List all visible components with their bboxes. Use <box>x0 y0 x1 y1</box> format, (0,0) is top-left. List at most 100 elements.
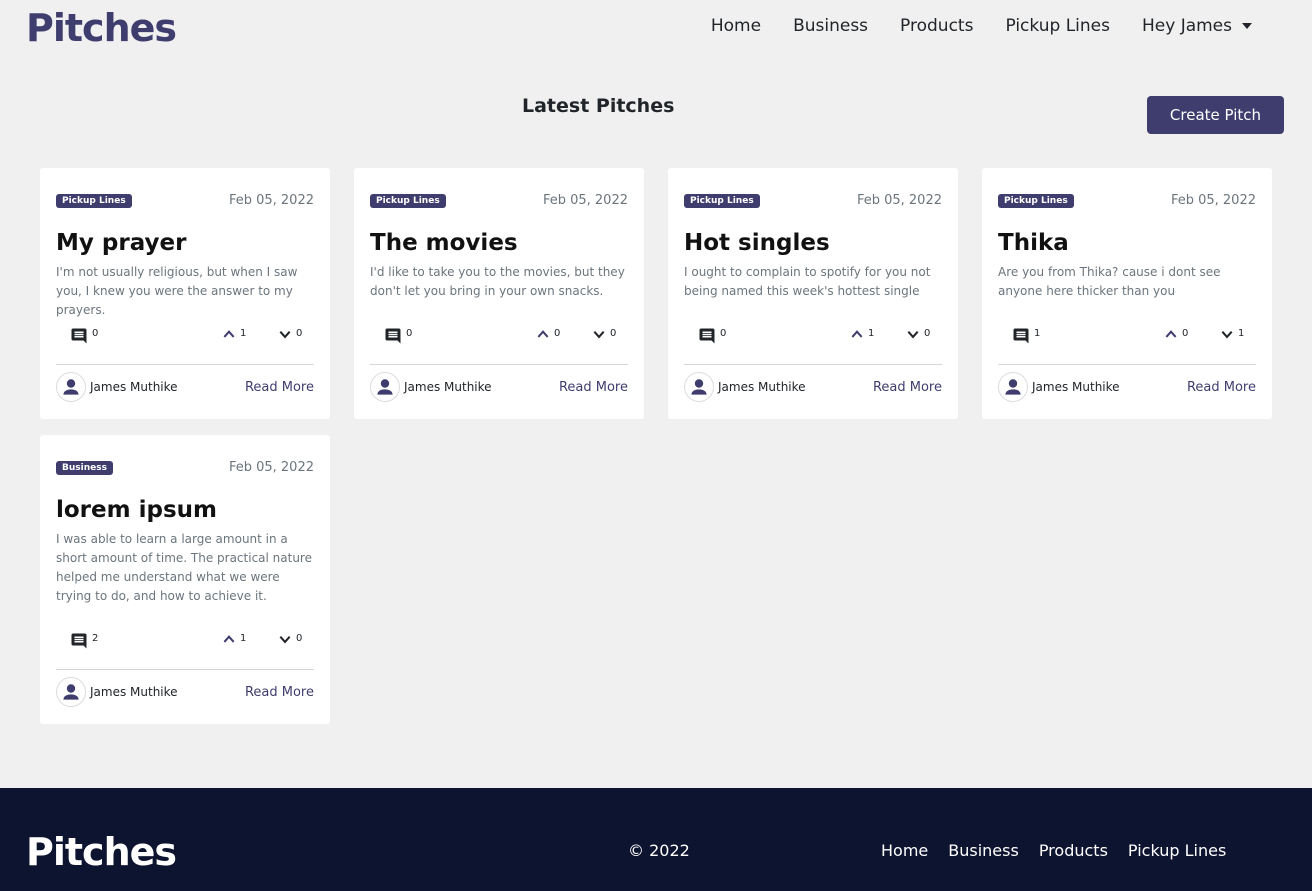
upvote-button[interactable]: 1 <box>222 632 246 646</box>
comment-count-value: 2 <box>92 633 99 644</box>
author-name: James Muthike <box>90 380 178 394</box>
user-menu-dropdown[interactable]: Hey James <box>1142 16 1252 36</box>
chevron-down-icon <box>907 330 919 339</box>
chevron-down-icon <box>1221 330 1233 339</box>
pitch-excerpt: Are you from Thika? cause i dont see any… <box>998 265 1221 298</box>
chevron-up-icon <box>223 635 235 643</box>
pitch-title: lorem ipsum <box>56 497 217 523</box>
avatar <box>684 372 714 402</box>
upvote-button[interactable]: 1 <box>850 327 874 341</box>
pitch-card: Pickup Lines Feb 05, 2022 Thika Are you … <box>982 168 1272 419</box>
avatar <box>370 372 400 402</box>
comment-count[interactable]: 2 <box>70 632 98 650</box>
pitch-stats: 0 1 0 <box>56 327 314 347</box>
comment-count[interactable]: 0 <box>384 327 412 345</box>
category-badge[interactable]: Pickup Lines <box>998 194 1074 208</box>
author-name: James Muthike <box>404 380 492 394</box>
avatar <box>56 372 86 402</box>
upvote-count: 0 <box>1182 328 1189 339</box>
nav-link-home[interactable]: Home <box>711 16 761 36</box>
downvote-button[interactable]: 0 <box>592 327 616 341</box>
comment-count-value: 1 <box>1034 328 1041 339</box>
pitch-excerpt: I ought to complain to spotify for you n… <box>684 265 931 298</box>
pitch-card: Business Feb 05, 2022 lorem ipsum I was … <box>40 435 330 724</box>
card-divider <box>998 364 1256 365</box>
downvote-count: 0 <box>296 328 303 339</box>
comment-count[interactable]: 0 <box>698 327 726 345</box>
downvote-button[interactable]: 1 <box>1220 327 1244 341</box>
pitch-stats: 0 0 0 <box>370 327 628 347</box>
pitch-excerpt: I was able to learn a large amount in a … <box>56 532 312 603</box>
avatar <box>998 372 1028 402</box>
comment-count-value: 0 <box>406 328 413 339</box>
read-more-link[interactable]: Read More <box>245 380 314 395</box>
footer-link-products[interactable]: Products <box>1039 841 1108 860</box>
upvote-count: 0 <box>554 328 561 339</box>
comment-count[interactable]: 0 <box>70 327 98 345</box>
nav-link-products[interactable]: Products <box>900 16 973 36</box>
footer-link-pickup-lines[interactable]: Pickup Lines <box>1128 841 1226 860</box>
upvote-button[interactable]: 1 <box>222 327 246 341</box>
comment-count-value: 0 <box>720 328 727 339</box>
card-footer: James Muthike Read More <box>684 372 942 402</box>
card-divider <box>370 364 628 365</box>
chevron-up-icon <box>537 330 549 338</box>
chevron-up-icon <box>1165 330 1177 338</box>
category-badge[interactable]: Pickup Lines <box>684 194 760 208</box>
downvote-count: 1 <box>1238 328 1245 339</box>
author-name: James Muthike <box>90 685 178 699</box>
site-footer: Pitches © 2022 Home Business Products Pi… <box>0 788 1312 891</box>
downvote-count: 0 <box>296 633 303 644</box>
category-badge[interactable]: Pickup Lines <box>370 194 446 208</box>
card-divider <box>56 669 314 670</box>
category-badge[interactable]: Pickup Lines <box>56 194 132 208</box>
footer-brand-logo[interactable]: Pitches <box>26 830 177 874</box>
pitch-stats: 0 1 0 <box>684 327 942 347</box>
comment-icon <box>71 633 87 649</box>
read-more-link[interactable]: Read More <box>1187 380 1256 395</box>
avatar <box>56 677 86 707</box>
chevron-down-icon <box>279 635 291 644</box>
read-more-link[interactable]: Read More <box>559 380 628 395</box>
card-footer: James Muthike Read More <box>56 372 314 402</box>
pitch-date: Feb 05, 2022 <box>228 460 314 475</box>
upvote-count: 1 <box>240 633 247 644</box>
card-footer: James Muthike Read More <box>56 677 314 707</box>
footer-link-business[interactable]: Business <box>948 841 1019 860</box>
pitch-card: Pickup Lines Feb 05, 2022 The movies I'd… <box>354 168 644 419</box>
downvote-button[interactable]: 0 <box>278 632 302 646</box>
copyright-text: © 2022 <box>628 841 690 860</box>
user-icon <box>1005 379 1021 395</box>
pitch-date: Feb 05, 2022 <box>1170 193 1256 208</box>
create-pitch-button[interactable]: Create Pitch <box>1147 96 1284 134</box>
card-divider <box>56 364 314 365</box>
category-badge[interactable]: Business <box>56 461 113 475</box>
comment-icon <box>385 328 401 344</box>
nav-link-business[interactable]: Business <box>793 16 868 36</box>
card-footer: James Muthike Read More <box>370 372 628 402</box>
footer-link-home[interactable]: Home <box>881 841 928 860</box>
downvote-button[interactable]: 0 <box>278 327 302 341</box>
comment-count[interactable]: 1 <box>1012 327 1040 345</box>
navbar: Pitches Home Business Products Pickup Li… <box>0 0 1312 60</box>
downvote-count: 0 <box>924 328 931 339</box>
card-divider <box>684 364 942 365</box>
pitch-excerpt: I'm not usually religious, but when I sa… <box>56 265 298 317</box>
upvote-button[interactable]: 0 <box>1164 327 1188 341</box>
downvote-button[interactable]: 0 <box>906 327 930 341</box>
pitch-stats: 2 1 0 <box>56 632 314 652</box>
nav-link-pickup-lines[interactable]: Pickup Lines <box>1005 16 1110 36</box>
page-title: Latest Pitches <box>522 95 675 117</box>
brand-logo[interactable]: Pitches <box>26 6 177 50</box>
read-more-link[interactable]: Read More <box>245 685 314 700</box>
nav-links: Home Business Products Pickup Lines Hey … <box>711 16 1252 36</box>
user-icon <box>63 379 79 395</box>
pitch-excerpt: I'd like to take you to the movies, but … <box>370 265 625 298</box>
pitch-title: The movies <box>370 230 518 256</box>
chevron-down-icon <box>593 330 605 339</box>
read-more-link[interactable]: Read More <box>873 380 942 395</box>
pitch-title: Hot singles <box>684 230 830 256</box>
upvote-button[interactable]: 0 <box>536 327 560 341</box>
comment-icon <box>71 328 87 344</box>
pitch-title: Thika <box>998 230 1069 256</box>
